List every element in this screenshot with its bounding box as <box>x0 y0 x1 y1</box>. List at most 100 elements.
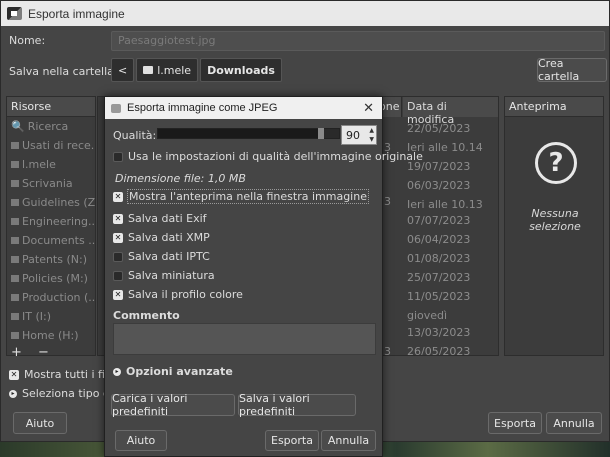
comment-textarea[interactable] <box>113 323 376 355</box>
drive-icon <box>11 199 19 206</box>
place-label: IT (I:) <box>22 310 51 323</box>
file-date: 11/05/2023 <box>407 290 471 303</box>
checkbox[interactable]: ✕ <box>113 289 123 300</box>
places-panel: Risorse 🔍 Ricerca Usati di rece... l.mele… <box>6 96 96 356</box>
place-item[interactable]: IT (I:) <box>7 307 95 326</box>
checkbox[interactable] <box>113 270 123 281</box>
folder-icon <box>11 180 19 187</box>
breadcrumb-label: l.mele <box>157 63 192 77</box>
preview-panel: Anteprima ? Nessuna selezione <box>504 96 604 356</box>
place-label: Documents ... <box>22 234 95 247</box>
save-color-profile-toggle[interactable]: ✕ Salva il profilo colore <box>113 288 243 301</box>
drive-icon <box>11 256 19 263</box>
place-item[interactable]: Guidelines (Z:) <box>7 193 95 212</box>
jpeg-dialog-titlebar: Esporta immagine come JPEG ✕ <box>105 97 382 119</box>
quality-spinbox[interactable]: 90 ▲ ▼ <box>341 125 377 145</box>
filename-input[interactable]: Paesaggiotest.jpg <box>111 31 605 51</box>
quality-slider[interactable] <box>157 128 340 139</box>
file-size-text: Dimensione file: 1,0 MB <box>115 172 246 185</box>
drive-icon <box>11 332 19 339</box>
place-item[interactable]: Scrivania <box>7 174 95 193</box>
name-label: Nome: <box>9 34 46 47</box>
breadcrumb: < l.mele Downloads <box>111 58 282 82</box>
checkbox[interactable]: ✕ <box>9 369 19 380</box>
save-thumbnail-toggle[interactable]: Salva miniatura <box>113 269 215 282</box>
gimp-app-icon <box>7 7 22 20</box>
load-defaults-button[interactable]: Carica i valori predefiniti <box>111 392 235 418</box>
place-item[interactable]: Policies (M:) <box>7 269 95 288</box>
breadcrumb-user-folder[interactable]: l.mele <box>136 58 199 82</box>
file-size: 3 <box>384 195 391 208</box>
show-all-files-toggle[interactable]: ✕ Mostra tutti i file <box>9 368 115 381</box>
file-date: 06/03/2023 <box>407 179 471 192</box>
jpeg-export-button[interactable]: Esporta <box>265 430 319 451</box>
date-column-header[interactable]: Data di modifica <box>403 97 498 126</box>
expander-icon: ▸ <box>113 367 121 376</box>
place-label: Home (H:) <box>22 329 79 342</box>
spin-arrows-icon[interactable]: ▲ ▼ <box>369 126 374 144</box>
comment-label: Commento <box>113 309 180 322</box>
advanced-options-label: Opzioni avanzate <box>126 365 233 378</box>
file-date: giovedì <box>407 309 448 322</box>
save-exif-toggle[interactable]: ✕ Salva dati Exif <box>113 212 207 225</box>
save-xmp-label: Salva dati XMP <box>128 231 210 244</box>
file-date: 06/04/2023 <box>407 233 471 246</box>
place-item[interactable]: l.mele <box>7 155 95 174</box>
expander-icon: ▸ <box>9 389 17 398</box>
places-header[interactable]: Risorse <box>7 97 95 117</box>
file-date: 07/07/2023 <box>407 214 471 227</box>
place-label: Ricerca <box>27 120 69 133</box>
jpeg-help-button[interactable]: Aiuto <box>115 430 167 451</box>
place-item[interactable]: 🔍 Ricerca <box>7 117 95 136</box>
help-button[interactable]: Aiuto <box>13 412 67 434</box>
place-item[interactable]: Usati di rece... <box>7 136 95 155</box>
file-date: 01/08/2023 <box>407 252 471 265</box>
breadcrumb-downloads[interactable]: Downloads <box>200 58 282 82</box>
breadcrumb-label: Downloads <box>207 63 275 77</box>
place-item[interactable]: Documents ... <box>7 231 95 250</box>
drive-icon <box>11 275 19 282</box>
window-titlebar: Esporta immagine <box>1 1 609 26</box>
close-icon[interactable]: ✕ <box>363 100 374 116</box>
breadcrumb-back-button[interactable]: < <box>111 58 135 82</box>
show-preview-toggle[interactable]: ✕ Mostra l'anteprima nella finestra immag… <box>113 189 369 204</box>
place-label: Policies (M:) <box>22 272 88 285</box>
folder-label: Salva nella cartella: <box>9 65 118 78</box>
checkbox[interactable] <box>113 151 123 162</box>
file-size: 3 <box>384 345 391 356</box>
file-date: 13/03/2023 <box>407 326 471 339</box>
save-defaults-button[interactable]: Salva i valori predefiniti <box>238 392 356 418</box>
quality-slider-handle[interactable] <box>317 128 324 139</box>
checkbox[interactable]: ✕ <box>113 232 123 243</box>
recent-icon <box>11 142 19 149</box>
create-folder-button[interactable]: Crea cartella <box>537 57 607 83</box>
place-item[interactable]: Engineering... <box>7 212 95 231</box>
show-all-files-label: Mostra tutti i file <box>24 368 115 381</box>
quality-value: 90 <box>346 129 360 142</box>
checkbox[interactable] <box>113 251 123 262</box>
save-iptc-label: Salva dati IPTC <box>128 250 210 263</box>
file-date: 22/05/2023 <box>407 122 471 135</box>
place-item[interactable]: Production (... <box>7 288 95 307</box>
advanced-options-expander[interactable]: ▸ Opzioni avanzate <box>113 365 233 378</box>
drive-icon <box>11 237 19 244</box>
save-thumbnail-label: Salva miniatura <box>128 269 215 282</box>
place-item[interactable]: Home (H:) <box>7 326 95 345</box>
quality-label: Qualità: <box>113 129 157 142</box>
place-label: Usati di rece... <box>22 139 95 152</box>
checkbox[interactable]: ✕ <box>113 191 123 202</box>
file-date: Ieri alle 10.13 <box>407 198 483 211</box>
jpeg-cancel-button[interactable]: Annulla <box>321 430 376 451</box>
window-title: Esporta immagine <box>28 6 125 21</box>
save-xmp-toggle[interactable]: ✕ Salva dati XMP <box>113 231 210 244</box>
use-original-quality-toggle[interactable]: Usa le impostazioni di qualità dell'imma… <box>113 150 423 163</box>
save-iptc-toggle[interactable]: Salva dati IPTC <box>113 250 210 263</box>
checkbox[interactable]: ✕ <box>113 213 123 224</box>
place-item[interactable]: Patents (N:) <box>7 250 95 269</box>
add-remove-bookmark-buttons[interactable]: + − <box>11 345 55 360</box>
drive-icon <box>11 218 19 225</box>
export-button[interactable]: Esporta <box>488 412 542 434</box>
cancel-button[interactable]: Annulla <box>546 412 602 434</box>
show-preview-label: Mostra l'anteprima nella finestra immagi… <box>127 189 369 204</box>
place-label: l.mele <box>22 158 56 171</box>
